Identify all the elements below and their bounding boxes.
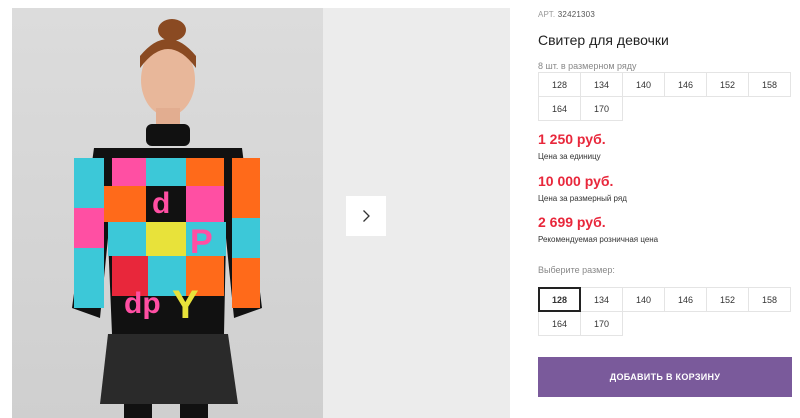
size-row-cell: 134 — [580, 72, 623, 97]
size-row-grid: 128 134 140 146 152 158 164 170 — [538, 72, 791, 121]
product-details: АРТ. 32421303 Свитер для девочки 8 шт. в… — [538, 0, 800, 418]
article-label: АРТ. — [538, 10, 556, 19]
size-option[interactable]: 164 — [538, 311, 581, 336]
size-row-cell: 140 — [622, 72, 665, 97]
product-title: Свитер для девочки — [538, 32, 669, 48]
size-row-cell: 152 — [706, 72, 749, 97]
unit-price: 1 250 руб. — [538, 131, 606, 147]
size-row-cell: 164 — [538, 96, 581, 121]
product-photo[interactable]: d P dp Y — [12, 8, 323, 418]
size-option[interactable]: 146 — [664, 287, 707, 312]
size-option[interactable]: 152 — [706, 287, 749, 312]
size-row-price-caption: Цена за размерный ряд — [538, 194, 627, 203]
svg-text:P: P — [190, 223, 213, 261]
choose-size-label: Выберите размер: — [538, 265, 615, 275]
size-row-cell: 146 — [664, 72, 707, 97]
retail-price-caption: Рекомендуемая розничная цена — [538, 235, 659, 244]
unit-price-caption: Цена за единицу — [538, 152, 601, 161]
size-option[interactable]: 140 — [622, 287, 665, 312]
article-number: АРТ. 32421303 — [538, 10, 595, 19]
article-value: 32421303 — [557, 10, 595, 19]
add-to-cart-button[interactable]: ДОБАВИТЬ В КОРЗИНУ — [538, 357, 792, 397]
size-option-selected[interactable]: 128 — [538, 287, 581, 312]
svg-text:Y: Y — [172, 283, 199, 327]
product-gallery: d P dp Y — [0, 0, 510, 418]
size-row-price: 10 000 руб. — [538, 173, 614, 189]
chevron-right-icon — [363, 210, 370, 222]
size-selector: 128 134 140 146 152 158 164 170 — [538, 287, 791, 336]
retail-price: 2 699 руб. — [538, 214, 606, 230]
svg-text:dp: dp — [124, 287, 161, 320]
size-option[interactable]: 158 — [748, 287, 791, 312]
size-option[interactable]: 134 — [580, 287, 623, 312]
size-option[interactable]: 170 — [580, 311, 623, 336]
size-row-label: 8 шт. в размерном ряду — [538, 61, 637, 71]
product-photo-illustration: d P dp Y — [12, 8, 323, 418]
size-row-cell: 128 — [538, 72, 581, 97]
size-row-cell: 158 — [748, 72, 791, 97]
size-row-cell: 170 — [580, 96, 623, 121]
next-photo-button[interactable] — [346, 196, 386, 236]
svg-text:d: d — [152, 187, 170, 220]
